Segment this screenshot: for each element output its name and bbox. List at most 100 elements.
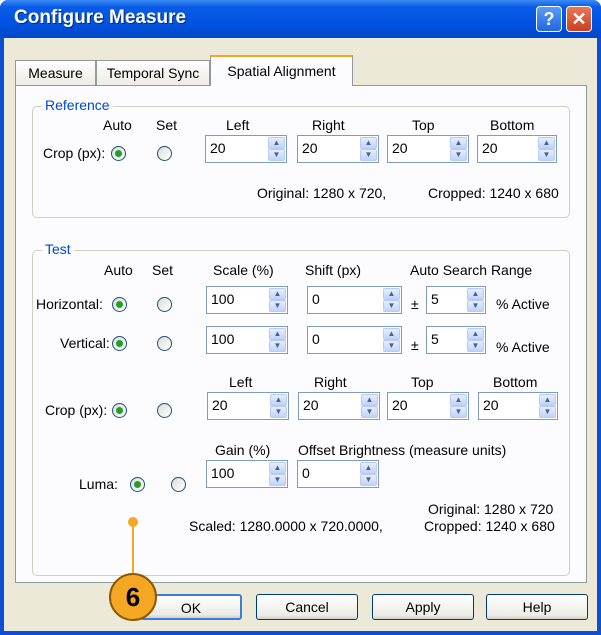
test-col-search-range: Auto Search Range xyxy=(410,262,533,278)
test-crop-label: Crop (px): xyxy=(45,402,108,418)
luma-gain-spinner[interactable]: 100 ▲ ▼ xyxy=(206,460,288,488)
spin-down-icon[interactable]: ▼ xyxy=(269,340,286,352)
callout-pointer-line xyxy=(132,521,134,575)
ref-original-size: Original: 1280 x 720, xyxy=(257,185,387,201)
spin-down-icon[interactable]: ▼ xyxy=(361,406,378,418)
help-title-button[interactable]: ? xyxy=(536,6,562,32)
luma-offset-spinner[interactable]: 0 ▲ ▼ xyxy=(297,460,379,488)
test-crop-top-spinner[interactable]: 20 ▲ ▼ xyxy=(387,392,469,420)
spin-up-icon[interactable]: ▲ xyxy=(538,137,555,149)
tab-temporal-sync[interactable]: Temporal Sync xyxy=(96,60,210,85)
horizontal-auto-radio[interactable] xyxy=(112,297,127,312)
reference-group-label: Reference xyxy=(42,97,113,113)
apply-button[interactable]: Apply xyxy=(372,594,474,620)
spin-up-icon[interactable]: ▲ xyxy=(539,394,556,406)
ref-col-top: Top xyxy=(412,117,435,133)
test-col-auto: Auto xyxy=(104,262,133,278)
spin-up-icon[interactable]: ▲ xyxy=(268,137,285,149)
ref-col-set: Set xyxy=(156,117,178,133)
ref-crop-right-spinner[interactable]: 20 ▲ ▼ xyxy=(297,135,379,163)
test-col-bottom: Bottom xyxy=(493,374,538,390)
spin-down-icon[interactable]: ▼ xyxy=(539,406,556,418)
test-col-gain: Gain (%) xyxy=(215,442,271,458)
cancel-button[interactable]: Cancel xyxy=(256,594,358,620)
ref-col-right: Right xyxy=(312,117,345,133)
ref-col-auto: Auto xyxy=(103,117,132,133)
test-col-shift: Shift (px) xyxy=(305,262,362,278)
spin-up-icon[interactable]: ▲ xyxy=(269,288,286,300)
spin-down-icon[interactable]: ▼ xyxy=(270,406,287,418)
luma-set-radio[interactable] xyxy=(171,477,186,492)
ref-crop-bottom-spinner[interactable]: 20 ▲ ▼ xyxy=(477,135,557,163)
spin-up-icon[interactable]: ▲ xyxy=(383,328,400,340)
spin-up-icon[interactable]: ▲ xyxy=(467,288,484,300)
spin-down-icon[interactable]: ▼ xyxy=(538,149,555,161)
spin-up-icon[interactable]: ▲ xyxy=(467,328,484,340)
test-crop-right-spinner[interactable]: 20 ▲ ▼ xyxy=(298,392,380,420)
horizontal-plus-minus: ± xyxy=(411,296,419,312)
horizontal-label: Horizontal: xyxy=(36,296,103,312)
horizontal-scale-spinner[interactable]: 100 ▲ ▼ xyxy=(206,286,288,314)
luma-label: Luma: xyxy=(79,476,118,492)
test-col-offset-brightness: Offset Brightness (measure units) xyxy=(298,442,507,458)
ref-col-left: Left xyxy=(226,117,250,133)
test-col-top: Top xyxy=(411,374,434,390)
ref-crop-label: Crop (px): xyxy=(43,145,106,161)
help-button[interactable]: Help xyxy=(486,594,588,620)
spin-down-icon[interactable]: ▼ xyxy=(360,474,377,486)
spin-up-icon[interactable]: ▲ xyxy=(361,394,378,406)
spin-down-icon[interactable]: ▼ xyxy=(450,406,467,418)
ref-crop-auto-radio[interactable] xyxy=(111,146,126,161)
spin-down-icon[interactable]: ▼ xyxy=(269,300,286,312)
ref-cropped-size: Cropped: 1240 x 680 xyxy=(428,185,559,201)
spin-down-icon[interactable]: ▼ xyxy=(268,149,285,161)
title-bar[interactable]: Configure Measure ? ✕ xyxy=(0,0,601,38)
tab-measure[interactable]: Measure xyxy=(15,60,96,85)
spin-up-icon[interactable]: ▲ xyxy=(360,137,377,149)
spin-up-icon[interactable]: ▲ xyxy=(270,394,287,406)
vertical-range-unit: % Active xyxy=(496,339,550,355)
spin-down-icon[interactable]: ▼ xyxy=(467,340,484,352)
vertical-shift-spinner[interactable]: 0 ▲ ▼ xyxy=(307,326,402,354)
spin-down-icon[interactable]: ▼ xyxy=(269,474,286,486)
callout-badge: 6 xyxy=(109,573,157,621)
ref-col-bottom: Bottom xyxy=(490,117,535,133)
tab-spatial-alignment[interactable]: Spatial Alignment xyxy=(210,55,353,86)
test-col-left: Left xyxy=(229,374,253,390)
spin-up-icon[interactable]: ▲ xyxy=(450,137,467,149)
spin-up-icon[interactable]: ▲ xyxy=(269,328,286,340)
test-crop-left-spinner[interactable]: 20 ▲ ▼ xyxy=(207,392,289,420)
horizontal-range-spinner[interactable]: 5 ▲ ▼ xyxy=(426,286,486,314)
vertical-scale-spinner[interactable]: 100 ▲ ▼ xyxy=(206,326,288,354)
window-title: Configure Measure xyxy=(14,7,187,28)
spin-down-icon[interactable]: ▼ xyxy=(467,300,484,312)
luma-auto-radio[interactable] xyxy=(130,477,145,492)
test-scaled-size: Scaled: 1280.0000 x 720.0000, xyxy=(189,518,383,534)
spin-down-icon[interactable]: ▼ xyxy=(450,149,467,161)
ref-crop-set-radio[interactable] xyxy=(157,146,172,161)
test-cropped-size: Cropped: 1240 x 680 xyxy=(424,518,555,534)
vertical-range-spinner[interactable]: 5 ▲ ▼ xyxy=(426,326,486,354)
spin-up-icon[interactable]: ▲ xyxy=(269,462,286,474)
spin-up-icon[interactable]: ▲ xyxy=(360,462,377,474)
ref-crop-top-spinner[interactable]: 20 ▲ ▼ xyxy=(387,135,469,163)
test-crop-bottom-spinner[interactable]: 20 ▲ ▼ xyxy=(478,392,558,420)
test-crop-auto-radio[interactable] xyxy=(112,403,127,418)
ref-crop-left-spinner[interactable]: 20 ▲ ▼ xyxy=(205,135,287,163)
horizontal-set-radio[interactable] xyxy=(157,297,172,312)
spin-down-icon[interactable]: ▼ xyxy=(360,149,377,161)
dialog-window: Configure Measure ? ✕ Measure Temporal S… xyxy=(0,0,601,635)
test-group-label: Test xyxy=(42,241,74,257)
spin-down-icon[interactable]: ▼ xyxy=(383,340,400,352)
dialog-client: Measure Temporal Sync Spatial Alignment … xyxy=(4,38,597,631)
spin-up-icon[interactable]: ▲ xyxy=(450,394,467,406)
close-button[interactable]: ✕ xyxy=(566,6,592,32)
test-crop-set-radio[interactable] xyxy=(157,403,172,418)
vertical-set-radio[interactable] xyxy=(157,336,172,351)
test-col-set: Set xyxy=(152,262,174,278)
spin-down-icon[interactable]: ▼ xyxy=(383,300,400,312)
spin-up-icon[interactable]: ▲ xyxy=(383,288,400,300)
tab-panel: Reference Auto Set Left Right Top Bottom… xyxy=(15,85,587,583)
horizontal-shift-spinner[interactable]: 0 ▲ ▼ xyxy=(307,286,402,314)
vertical-auto-radio[interactable] xyxy=(112,336,127,351)
